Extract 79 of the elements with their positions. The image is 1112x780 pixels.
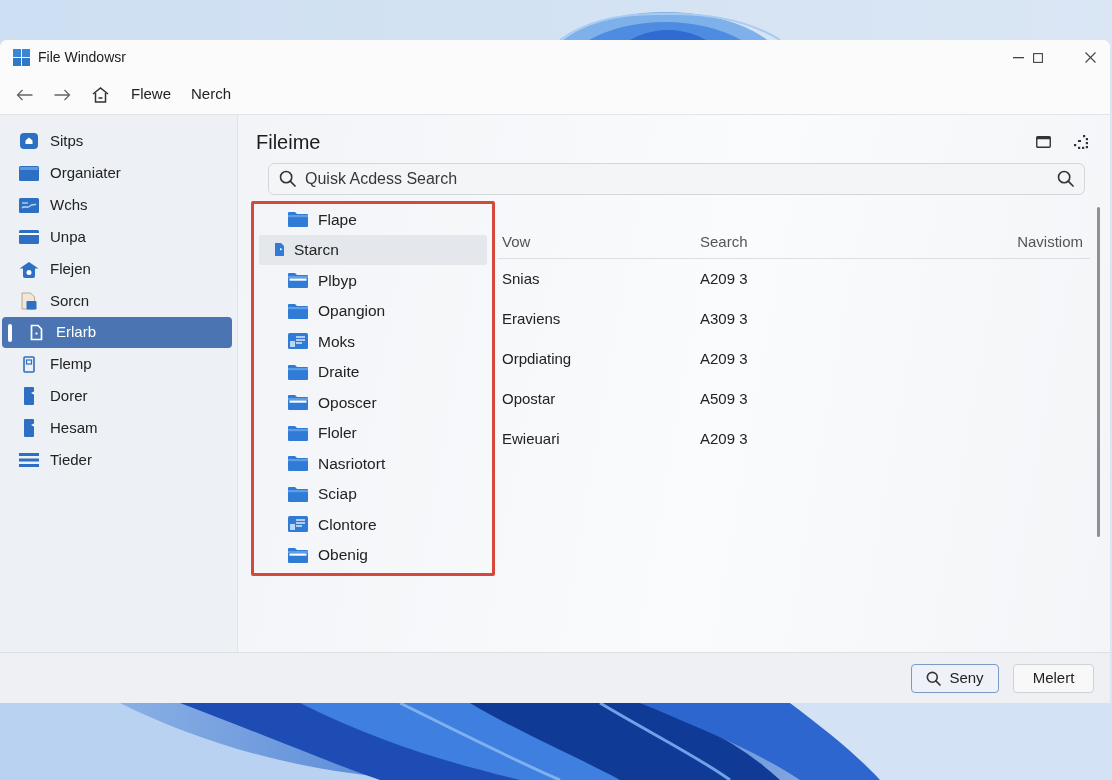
- table-cell-text: Ewieuari: [501, 428, 561, 449]
- window-title: File Windowsr: [38, 48, 126, 67]
- folder-tree-item[interactable]: Oposcer: [259, 387, 487, 418]
- folder-tree-item[interactable]: Obenig: [259, 539, 487, 570]
- folder-tree-item[interactable]: Draite: [259, 356, 487, 387]
- table-cell-text: A309 3: [700, 308, 748, 329]
- folder-tree-item[interactable]: Nasriotort: [259, 448, 487, 479]
- house-tile-icon: [20, 133, 38, 149]
- folder-tree-item[interactable]: Plbyp: [259, 265, 487, 296]
- table-cell-text: A209 3: [700, 428, 748, 449]
- folder-tree-item[interactable]: Flape: [259, 204, 487, 235]
- folder-tree-item[interactable]: Floler: [259, 417, 487, 448]
- file-icon: [24, 387, 34, 405]
- folder-icon: [288, 424, 308, 441]
- folder-icon: [288, 363, 308, 380]
- column-header: Navistiom: [1017, 232, 1084, 253]
- search-icon: [279, 170, 296, 187]
- file-icon: [275, 243, 284, 257]
- search-button[interactable]: Seny: [911, 663, 999, 693]
- folder-tree-item[interactable]: Opangion: [259, 295, 487, 326]
- shortcut-icon: [288, 333, 308, 350]
- sidebar-item[interactable]: Dorer: [2, 380, 232, 412]
- sidebar-item[interactable]: Sorcn: [2, 285, 232, 317]
- shortcut-icon: [288, 516, 308, 533]
- toolbar-link[interactable]: Flewe: [131, 83, 171, 106]
- home-icon[interactable]: [92, 86, 109, 103]
- folder-tree-item[interactable]: Moks: [259, 326, 487, 357]
- folder-tree-item[interactable]: Clontore: [259, 509, 487, 540]
- sidebar-item[interactable]: Flejen: [2, 253, 232, 285]
- search-field[interactable]: Quisk Acdess Search: [268, 163, 1085, 195]
- card-icon: [19, 230, 39, 244]
- content-title: Fileime: [256, 130, 321, 155]
- folder-icon: [288, 302, 308, 319]
- search-icon[interactable]: [1057, 170, 1074, 187]
- toolbar-link[interactable]: Nerch: [191, 83, 232, 106]
- folder-icon: [288, 485, 308, 502]
- table-cell-text: Opostar: [501, 388, 557, 409]
- file-icon: [29, 324, 43, 341]
- column-header: Search: [700, 232, 748, 253]
- house-icon: [19, 260, 39, 278]
- sidebar-item[interactable]: Wchs: [2, 189, 232, 221]
- folder-tree-item[interactable]: Starcn: [259, 234, 487, 265]
- forward-arrow-icon[interactable]: [54, 88, 71, 101]
- table-cell-text: Orpdiating: [501, 348, 573, 369]
- table-cell-text: A509 3: [700, 388, 748, 409]
- sidebar-item[interactable]: Erlarb: [2, 317, 232, 348]
- document-icon: [23, 355, 35, 373]
- table-cell-text: A209 3: [700, 268, 748, 289]
- sidebar-item[interactable]: Tieder: [2, 444, 232, 476]
- folder-icon: [288, 546, 308, 563]
- sidebar-item[interactable]: Flemp: [2, 348, 232, 380]
- folder-icon: [288, 211, 308, 228]
- grid-icon: [13, 49, 30, 66]
- close-icon[interactable]: [1085, 52, 1096, 63]
- document-icon: [21, 292, 37, 310]
- table-cell-text: Eraviens: [501, 308, 562, 329]
- scrollbar-thumb[interactable]: [1097, 207, 1100, 537]
- file-icon: [24, 419, 34, 437]
- search-icon: [926, 670, 942, 686]
- dotted-corner-icon[interactable]: [1074, 135, 1088, 149]
- sidebar-item[interactable]: Hesam: [2, 412, 232, 444]
- list-icon: [19, 453, 39, 467]
- table-cell-text: A209 3: [700, 348, 748, 369]
- folder-tree-item[interactable]: Sciap: [259, 478, 487, 509]
- maximize-icon[interactable]: [1033, 52, 1043, 63]
- sidebar-item[interactable]: Unpa: [2, 221, 232, 253]
- dialog-button[interactable]: Melert: [1013, 663, 1094, 693]
- window-icon[interactable]: [1036, 136, 1051, 148]
- back-arrow-icon[interactable]: [16, 88, 33, 101]
- sidebar-item[interactable]: Sitps: [2, 125, 232, 157]
- folder-icon: [288, 394, 308, 411]
- column-header: Vow: [501, 232, 532, 253]
- folder-icon: [288, 272, 308, 289]
- picture-icon: [19, 197, 39, 213]
- folder-icon: [19, 165, 39, 181]
- table-cell-text: Snias: [501, 268, 541, 289]
- minimize-icon[interactable]: [1013, 56, 1024, 59]
- folder-icon: [288, 455, 308, 472]
- sidebar-item[interactable]: Organiater: [2, 157, 232, 189]
